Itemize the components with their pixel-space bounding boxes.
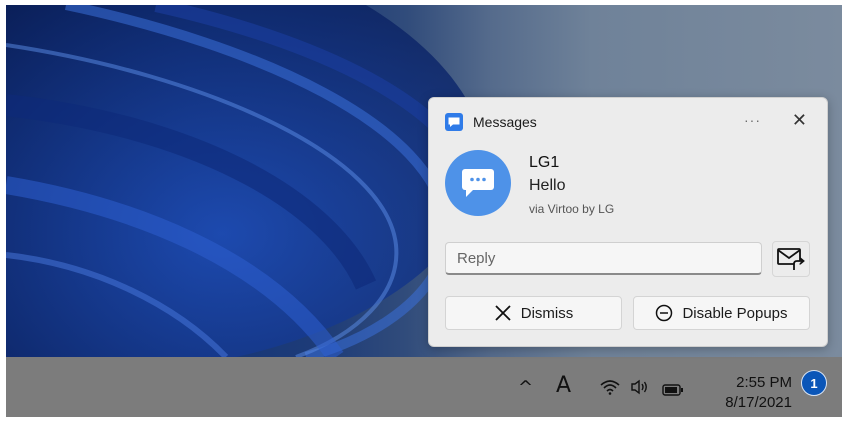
app-name: Messages <box>473 114 537 130</box>
speaker-icon[interactable] <box>630 379 650 399</box>
x-icon <box>494 304 512 322</box>
taskbar-clock[interactable]: 2:55 PM 8/17/2021 <box>725 373 792 413</box>
toast-header: Messages ··· ✕ <box>445 110 815 132</box>
disable-popups-label: Disable Popups <box>682 304 788 322</box>
battery-icon[interactable] <box>662 381 684 400</box>
notification-badge[interactable]: 1 <box>801 370 827 396</box>
clock-time: 2:55 PM <box>736 374 792 391</box>
more-options-button[interactable]: ··· <box>744 112 761 128</box>
wifi-icon[interactable] <box>600 379 620 399</box>
send-envelope-icon <box>777 248 805 270</box>
close-button[interactable]: ✕ <box>792 110 807 131</box>
notification-toast[interactable]: Messages ··· ✕ LG1 Hello via Virtoo by L… <box>428 97 828 347</box>
reply-input[interactable] <box>445 242 762 275</box>
chat-bubble-icon <box>445 150 511 216</box>
message-text: Hello <box>529 177 566 194</box>
screenshot-frame: ^ A 2:55 PM 8/17/2021 Messages ··· ✕ LG1… <box>6 5 842 417</box>
chevron-up-icon[interactable]: ^ <box>518 377 533 398</box>
dismiss-button[interactable]: Dismiss <box>445 296 622 330</box>
clock-date: 8/17/2021 <box>725 394 792 411</box>
message-icon <box>445 113 463 131</box>
via-attribution: via Virtoo by LG <box>529 202 615 216</box>
input-language-icon[interactable]: A <box>556 373 571 398</box>
sender-name: LG1 <box>529 154 560 171</box>
send-button[interactable] <box>772 241 810 277</box>
dismiss-label: Dismiss <box>520 304 574 322</box>
minus-circle-icon <box>655 304 673 322</box>
disable-popups-button[interactable]: Disable Popups <box>633 296 810 330</box>
taskbar: ^ A 2:55 PM 8/17/2021 <box>6 357 842 417</box>
